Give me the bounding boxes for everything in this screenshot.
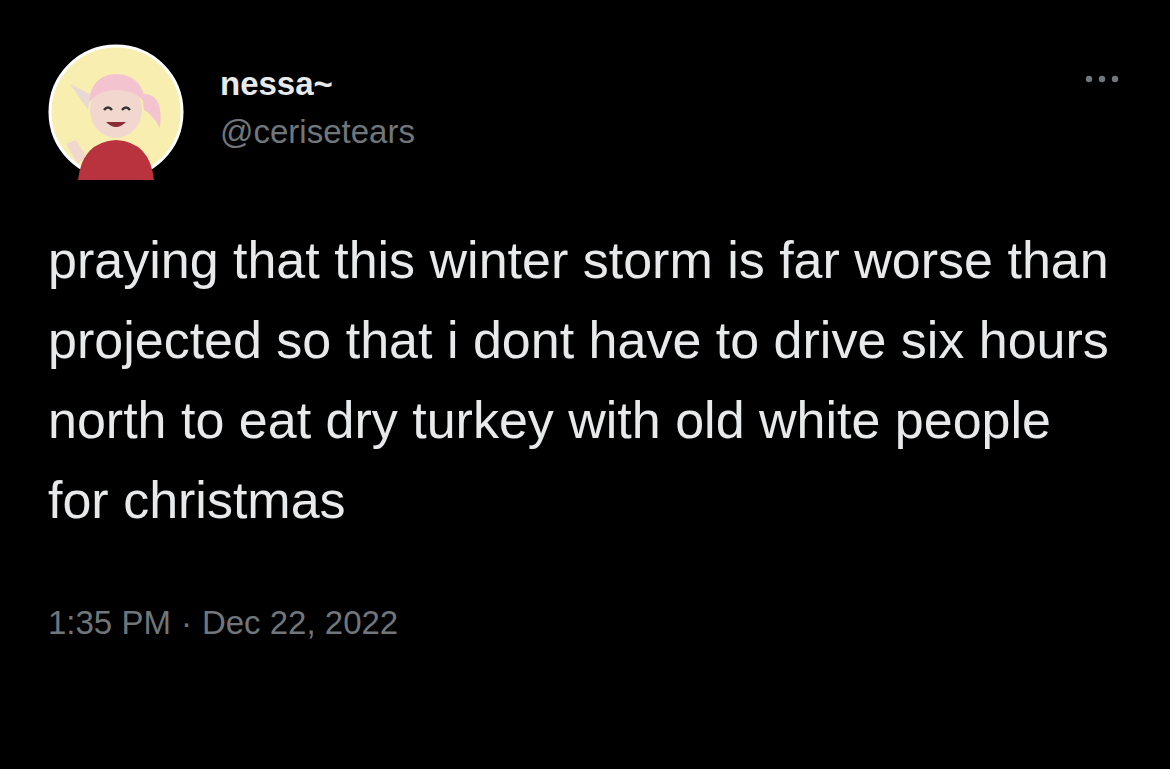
tweet-page: nessa~ @cerisetears praying that this wint… bbox=[0, 0, 1170, 769]
tweet-date: Dec 22, 2022 bbox=[202, 602, 398, 644]
tweet: nessa~ @cerisetears praying that this wint… bbox=[0, 0, 1170, 644]
tweet-text: praying that this winter storm is far wo… bbox=[48, 220, 1118, 540]
avatar-icon[interactable] bbox=[48, 44, 184, 180]
author-name[interactable]: nessa~ bbox=[220, 63, 415, 105]
author-info: nessa~ @cerisetears bbox=[220, 63, 415, 153]
tweet-time: 1:35 PM bbox=[48, 602, 171, 644]
tweet-header: nessa~ @cerisetears bbox=[48, 44, 1120, 180]
author-handle[interactable]: @cerisetears bbox=[220, 111, 415, 153]
tweet-timestamp[interactable]: 1:35 PM·Dec 22, 2022 bbox=[48, 602, 1120, 644]
more-options-icon[interactable] bbox=[1084, 74, 1120, 84]
meta-separator: · bbox=[181, 602, 192, 644]
